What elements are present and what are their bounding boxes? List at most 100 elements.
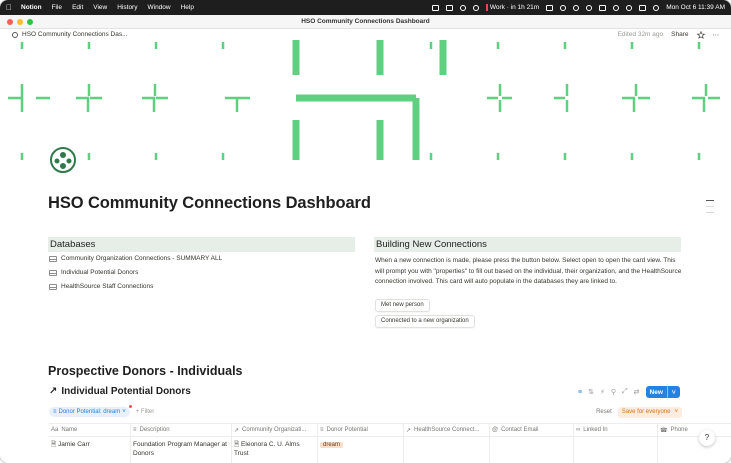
page-title[interactable]: HSO Community Connections Dashboard (48, 194, 371, 213)
wifi-icon[interactable] (613, 4, 620, 11)
column-linked-in[interactable]: ∞ Linked In (574, 424, 658, 436)
db-link-community-orgs[interactable]: Community Organization Connections - SUM… (49, 255, 222, 262)
inline-db-title[interactable]: ↗ Individual Potential Donors (49, 386, 191, 397)
cell-community-org[interactable]: 🗎 Eleonora C. U. Alms Trust (232, 437, 318, 463)
page-mini-icon (12, 31, 18, 38)
column-contact-email[interactable]: @ Contact Email (490, 424, 574, 436)
met-new-person-button[interactable]: Met new person (375, 299, 430, 312)
menu-help[interactable]: Help (181, 4, 194, 11)
tray-icon-5[interactable] (546, 4, 554, 11)
prospective-donors-heading[interactable]: Prospective Donors - Individuals (48, 364, 243, 378)
cover-pattern-graphic (8, 40, 720, 160)
minimize-window-button[interactable] (17, 19, 23, 25)
close-window-button[interactable] (7, 19, 13, 25)
menu-edit[interactable]: Edit (72, 4, 83, 11)
mac-menu-bar:  Notion File Edit View History Window H… (0, 0, 731, 15)
cell-phone[interactable] (658, 437, 731, 463)
menu-view[interactable]: View (93, 4, 107, 11)
share-button[interactable]: Share (671, 31, 688, 38)
outline-marker (706, 206, 714, 207)
column-donor-potential[interactable]: ≡ Donor Potential (318, 424, 404, 436)
control-center-icon[interactable] (639, 4, 647, 11)
filter-icon[interactable]: ≡ (578, 389, 582, 396)
battery-icon[interactable] (599, 4, 607, 11)
db-link-label: Community Organization Connections - SUM… (61, 255, 223, 262)
column-label: Contact Email (501, 427, 539, 433)
breadcrumb[interactable]: HSO Community Connections Das... (12, 31, 127, 38)
reset-filters-button[interactable]: Reset (596, 409, 612, 415)
db-link-staff-connections[interactable]: HealthSource Staff Connections (49, 283, 153, 290)
people-group-icon[interactable] (49, 146, 77, 174)
outline-marker-active (706, 200, 714, 201)
databases-heading[interactable]: Databases (48, 237, 355, 252)
column-healthsource-connection[interactable]: ↗ HealthSource Connect... (404, 424, 490, 436)
search-icon[interactable] (626, 4, 633, 11)
cell-contact-email[interactable] (490, 437, 574, 463)
sort-icon[interactable]: ⇅ (588, 388, 594, 396)
table-icon (49, 255, 57, 262)
traffic-lights (7, 19, 33, 25)
menu-history[interactable]: History (117, 4, 137, 11)
tray-icon-2[interactable] (445, 4, 453, 11)
url-column-icon: ∞ (576, 427, 581, 433)
page-outline[interactable] (706, 200, 714, 213)
more-options-icon[interactable]: ⋯ (713, 31, 720, 39)
tray-icon-7[interactable] (573, 4, 580, 11)
menu-window[interactable]: Window (147, 4, 170, 11)
expand-icon[interactable]: ⤢ (622, 388, 628, 396)
tray-icon-8[interactable] (586, 4, 593, 11)
column-phone[interactable]: ☎ Phone (658, 424, 731, 436)
tray-icon-1[interactable] (431, 4, 439, 11)
cell-name[interactable]: 🗎 Jamie Carr (49, 437, 131, 463)
new-row-label: New (649, 388, 663, 396)
apple-icon[interactable]:  (6, 3, 12, 12)
menu-clock[interactable]: Mon Oct 6 11:39 AM (666, 4, 725, 11)
cell-healthsource-connection[interactable] (404, 437, 490, 463)
column-label: Name (61, 427, 78, 433)
add-filter-label: Filter (140, 409, 155, 415)
calendar-status[interactable]: Work · in 1h 21m (485, 4, 539, 11)
search-icon[interactable]: ⚲ (611, 388, 616, 396)
save-for-everyone-button[interactable]: Save for everyone ˅ (617, 406, 682, 418)
cell-donor-potential[interactable]: dream (318, 437, 404, 463)
name-column-icon: Aa (51, 427, 59, 433)
db-link-individual-donors[interactable]: Individual Potential Donors (49, 269, 138, 276)
row-description: Foundation Program Manager at (133, 441, 227, 448)
cell-description[interactable]: Foundation Program Manager at Donors (131, 437, 232, 463)
top-bar-actions: Edited 32m ago Share ⋯ (618, 30, 720, 39)
star-icon[interactable] (696, 30, 705, 39)
save-for-everyone-label: Save for everyone (621, 409, 671, 415)
cell-linked-in[interactable] (574, 437, 658, 463)
zoom-window-button[interactable] (27, 19, 33, 25)
new-row-button[interactable]: New ˅ (645, 386, 680, 398)
column-name[interactable]: Aa Name (49, 424, 131, 436)
potential-tag: dream (320, 442, 344, 448)
tray-icon-6[interactable] (560, 4, 567, 11)
chevron-down-icon[interactable]: ˅ (672, 389, 676, 396)
row-org: Eleonora C. U. Alms (241, 441, 300, 448)
db-toolbar: ≡ ⇅ ⚡ ⚲ ⤢ ⇄ New ˅ (578, 386, 680, 398)
select-column-icon: ≡ (320, 427, 324, 433)
column-label: Description (139, 427, 170, 433)
menu-app-name[interactable]: Notion (21, 4, 42, 11)
settings-icon[interactable]: ⇄ (634, 388, 640, 396)
building-heading[interactable]: Building New Connections (374, 237, 681, 252)
help-button[interactable]: ? (699, 430, 715, 446)
new-organization-button[interactable]: Connected to a new organization (375, 315, 475, 328)
column-description[interactable]: ≡ Description (131, 424, 232, 436)
add-filter-button[interactable]: + Filter (136, 409, 155, 415)
tray-icon-4[interactable] (472, 4, 479, 11)
db-link-label: HealthSource Staff Connections (61, 283, 154, 290)
tray-icon-3[interactable] (459, 4, 466, 11)
siri-icon[interactable] (653, 4, 660, 11)
building-instructions[interactable]: When a new connection is made, please pr… (375, 256, 683, 288)
menu-file[interactable]: File (52, 4, 62, 11)
table-row[interactable]: 🗎 Jamie Carr Foundation Program Manager … (49, 437, 731, 463)
inline-db-title-text: Individual Potential Donors (61, 386, 191, 397)
chevron-down-icon: ˅ (674, 409, 678, 415)
db-link-label: Individual Potential Donors (61, 269, 139, 276)
donor-potential-filter-chip[interactable]: ≡ Donor Potential: dream ˅ (49, 405, 132, 417)
automation-icon[interactable]: ⚡ (600, 388, 605, 396)
filter-changed-dot (128, 405, 132, 408)
column-community-org[interactable]: ↗ Community Organizati... (232, 424, 318, 436)
